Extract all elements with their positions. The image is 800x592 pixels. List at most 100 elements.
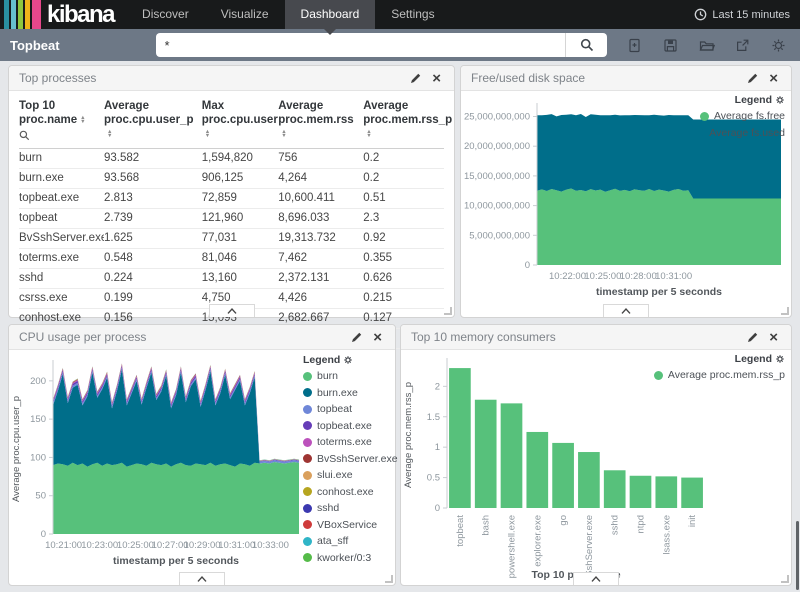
nav-tab-discover[interactable]: Discover	[126, 0, 205, 29]
legend-item[interactable]: burn	[303, 368, 338, 385]
disk-chart-legend: LegendAverage fs.freeAverage fs.used	[695, 94, 785, 141]
table-row: topbeat.exe2.81372,85910,600.4110.51	[19, 189, 444, 209]
legend-item[interactable]: topbeat.exe	[303, 418, 372, 435]
query-input-group	[156, 33, 607, 57]
legend-color-dot	[303, 454, 312, 463]
table-cell: 1,594,820	[202, 149, 279, 169]
panel-disk-space: Free/used disk space × LegendAverage fs.…	[460, 65, 792, 318]
legend-label: kworker/0:3	[317, 550, 371, 567]
edit-panel-button[interactable]	[405, 72, 427, 84]
search-button[interactable]	[565, 33, 607, 57]
nav-tab-settings[interactable]: Settings	[375, 0, 450, 29]
legend-item[interactable]: Average fs.used	[695, 125, 785, 142]
chevron-up-icon	[196, 575, 208, 583]
edit-panel-button[interactable]	[742, 72, 764, 84]
table-cell: toterms.exe	[19, 249, 104, 269]
legend-color-dot	[303, 471, 312, 480]
legend-item[interactable]: burn.exe	[303, 385, 358, 402]
column-header-avg-mem-rss-p[interactable]: Average proc.mem.rss_p▲▼	[363, 93, 444, 149]
legend-item[interactable]: VBoxService	[303, 517, 377, 534]
cpu-chart-legend: Legendburnburn.exetopbeattopbeat.exetote…	[303, 354, 393, 566]
panel-resize-handle[interactable]	[385, 575, 393, 583]
svg-text:Average proc.mem.rss_p: Average proc.mem.rss_p	[403, 382, 414, 488]
svg-text:100: 100	[30, 452, 46, 463]
table-cell: topbeat.exe	[19, 189, 104, 209]
panel-collapse-button[interactable]	[603, 304, 649, 317]
svg-text:Average proc.cpu.user_p: Average proc.cpu.user_p	[11, 396, 22, 502]
legend-color-dot	[303, 520, 312, 529]
panel-collapse-button[interactable]	[179, 572, 225, 585]
pencil-icon	[747, 72, 759, 84]
chevron-up-icon	[590, 575, 602, 583]
panel-resize-handle[interactable]	[781, 307, 789, 315]
table-cell: 4,264	[278, 169, 363, 189]
query-bar: Topbeat	[0, 29, 800, 61]
panel-cpu-usage: CPU usage per process × 05010015020010:2…	[8, 324, 396, 586]
panel-resize-handle[interactable]	[444, 307, 452, 315]
load-dashboard-button[interactable]	[693, 33, 720, 57]
close-panel-button[interactable]: ×	[764, 330, 783, 345]
legend-gear-icon[interactable]	[775, 354, 785, 364]
legend-label: burn.exe	[317, 385, 358, 402]
share-dashboard-button[interactable]	[729, 33, 756, 57]
close-panel-button[interactable]: ×	[368, 330, 387, 345]
sort-icon: ▲▼	[281, 130, 286, 138]
legend-item[interactable]: sshd	[303, 500, 339, 517]
legend-item[interactable]: Average proc.mem.rss_p	[654, 367, 785, 384]
close-panel-button[interactable]: ×	[427, 71, 446, 86]
edit-panel-button[interactable]	[346, 331, 368, 343]
panel-collapse-button[interactable]	[209, 304, 255, 317]
table-cell: 0.626	[363, 269, 444, 289]
svg-text:topbeat: topbeat	[455, 515, 466, 547]
column-header-avg-mem-rss[interactable]: Average proc.mem.rss▲▼	[278, 93, 363, 149]
kibana-logo[interactable]: kibana	[0, 0, 120, 29]
legend-item[interactable]: topbeat	[303, 401, 352, 418]
edit-panel-button[interactable]	[742, 331, 764, 343]
new-dashboard-button[interactable]	[621, 33, 648, 57]
dashboard-toolbar	[621, 33, 792, 57]
cpu-area-chart: 05010015020010:21:0010:23:0010:25:0010:2…	[9, 350, 303, 574]
column-filter-button[interactable]	[19, 130, 100, 145]
legend-item[interactable]: slui.exe	[303, 467, 353, 484]
table-cell: 81,046	[202, 249, 279, 269]
svg-text:10:31:00: 10:31:00	[655, 271, 692, 282]
legend-item[interactable]: ata_sff	[303, 533, 348, 550]
sort-icon: ▲▼	[107, 130, 112, 138]
table-row: burn93.5821,594,8207560.2	[19, 149, 444, 169]
legend-gear-icon[interactable]	[343, 355, 353, 365]
table-cell: 906,125	[202, 169, 279, 189]
column-header-proc-name[interactable]: Top 10 proc.name▲▼	[19, 93, 104, 149]
panel-collapse-button[interactable]	[573, 572, 619, 585]
gear-icon	[771, 38, 786, 53]
legend-item[interactable]: BvSshServer.exe	[303, 451, 398, 468]
table-row: sshd0.22413,1602,372.1310.626	[19, 269, 444, 289]
svg-text:0: 0	[41, 529, 46, 540]
save-dashboard-button[interactable]	[657, 33, 684, 57]
options-button[interactable]	[765, 33, 792, 57]
legend-color-dot	[303, 537, 312, 546]
query-input[interactable]	[156, 33, 565, 57]
svg-text:1.5: 1.5	[427, 412, 440, 423]
share-icon	[735, 38, 750, 53]
legend-item[interactable]: conhost.exe	[303, 484, 374, 501]
column-header-avg-cpu-user-p[interactable]: Average proc.cpu.user_p▲▼	[104, 93, 202, 149]
logo-stripe	[4, 0, 9, 29]
panel-header: Free/used disk space ×	[461, 66, 791, 91]
close-panel-button[interactable]: ×	[764, 71, 783, 86]
column-header-max-cpu-user[interactable]: Max proc.cpu.user▲▼	[202, 93, 279, 149]
legend-item[interactable]: toterms.exe	[303, 434, 372, 451]
nav-tab-visualize[interactable]: Visualize	[205, 0, 285, 29]
logo-stripe	[25, 0, 30, 29]
time-picker-button[interactable]: Last 15 minutes	[694, 0, 800, 29]
scrollbar-thumb[interactable]	[796, 521, 799, 590]
legend-gear-icon[interactable]	[775, 95, 785, 105]
svg-text:0.5: 0.5	[427, 473, 440, 484]
legend-label: sshd	[317, 500, 339, 517]
legend-item[interactable]: Average fs.free	[700, 108, 785, 125]
panel-memory-consumers: Top 10 memory consumers × LegendAverage …	[400, 324, 792, 586]
legend-item[interactable]: kworker/0:3	[303, 550, 371, 567]
kibana-logo-stripes-icon	[4, 0, 43, 29]
panel-resize-handle[interactable]	[781, 575, 789, 583]
table-cell: 1.625	[104, 229, 202, 249]
nav-tab-dashboard[interactable]: Dashboard	[285, 0, 376, 29]
